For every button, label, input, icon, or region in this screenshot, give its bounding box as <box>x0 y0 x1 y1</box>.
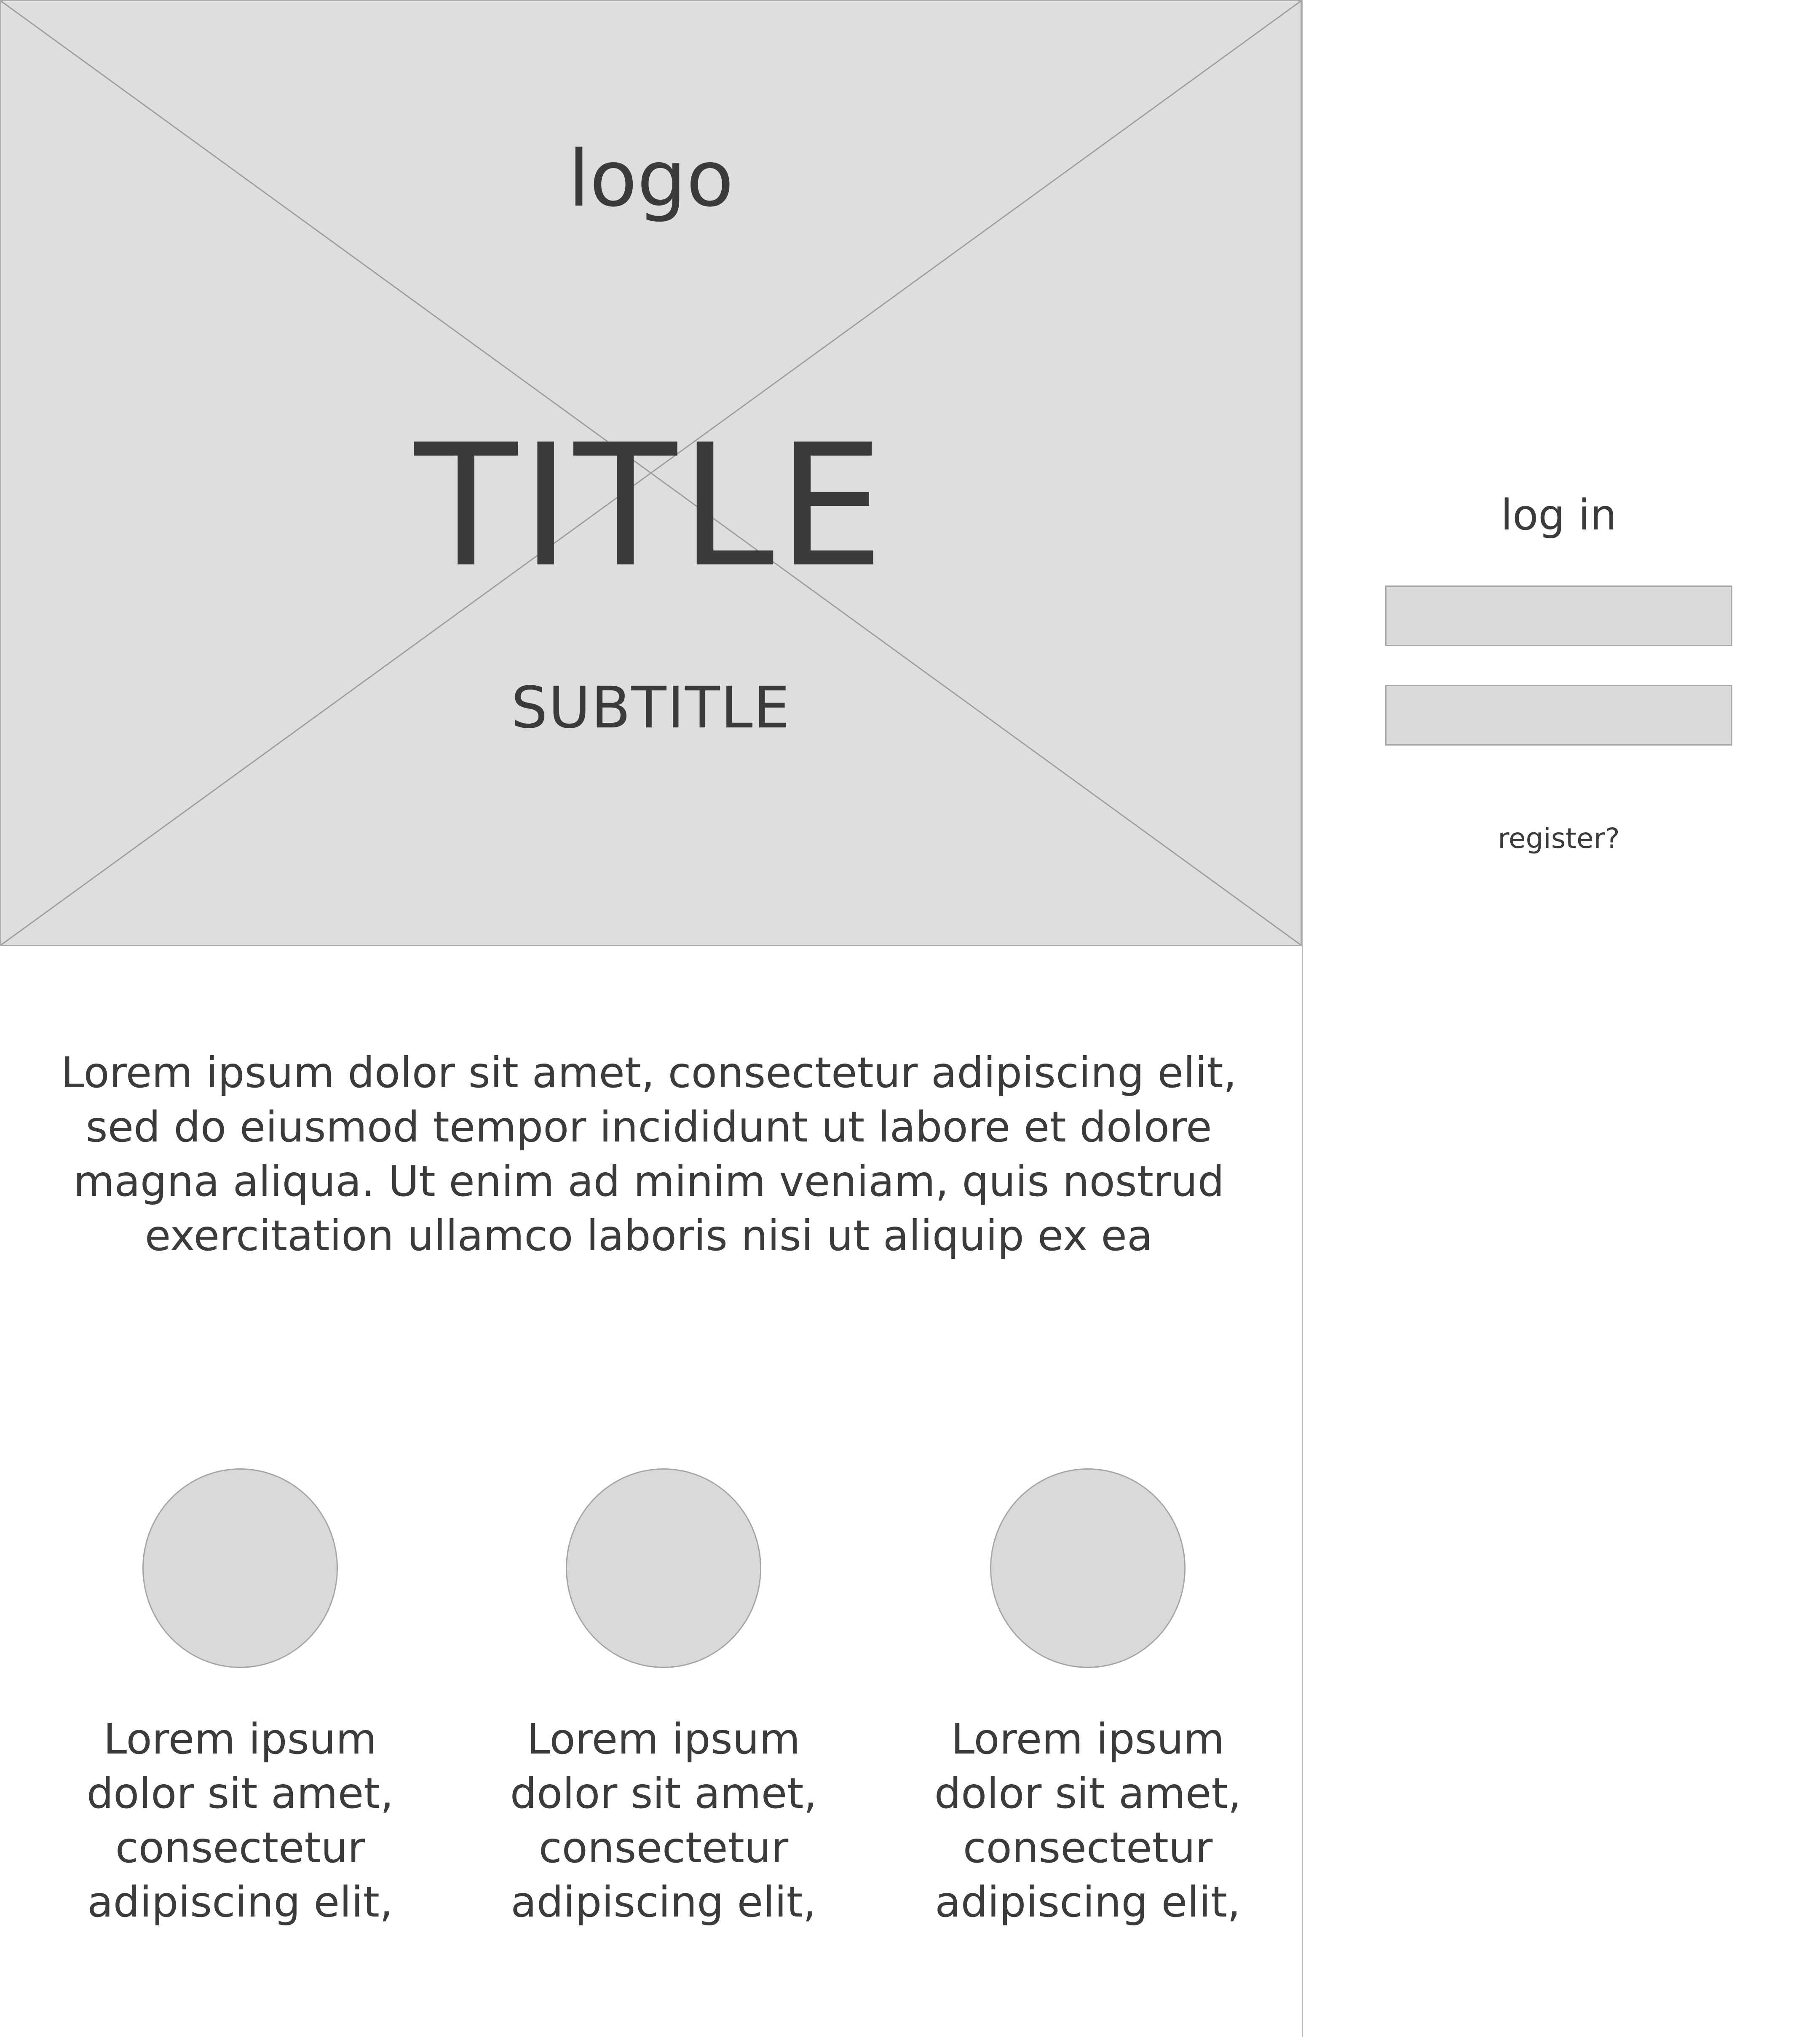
feature-image-placeholder <box>142 1468 338 1668</box>
column-divider <box>1302 0 1303 2037</box>
feature-text: Lorem ipsum dolor sit amet, consectetur … <box>510 1714 817 1927</box>
logo[interactable]: logo <box>1 140 1301 218</box>
feature-text: Lorem ipsum dolor sit amet, consectetur … <box>934 1714 1242 1927</box>
feature-item: Lorem ipsum dolor sit amet, consectetur … <box>491 1468 836 1929</box>
login-heading: log in <box>1501 490 1617 540</box>
username-field[interactable] <box>1385 585 1732 646</box>
page-title: TITLE <box>414 409 888 604</box>
feature-item: Lorem ipsum dolor sit amet, consectetur … <box>915 1468 1261 1929</box>
feature-image-placeholder <box>566 1468 761 1668</box>
feature-text: Lorem ipsum dolor sit amet, consectetur … <box>86 1714 394 1927</box>
feature-image-placeholder <box>990 1468 1186 1668</box>
feature-item: Lorem ipsum dolor sit amet, consectetur … <box>67 1468 413 1929</box>
register-link[interactable]: register? <box>1344 823 1774 854</box>
hero-image-placeholder: logo TITLE SUBTITLE <box>0 0 1302 946</box>
page-subtitle: SUBTITLE <box>511 675 791 741</box>
password-field[interactable] <box>1385 685 1732 746</box>
intro-paragraph: Lorem ipsum dolor sit amet, consectetur … <box>61 1048 1237 1260</box>
